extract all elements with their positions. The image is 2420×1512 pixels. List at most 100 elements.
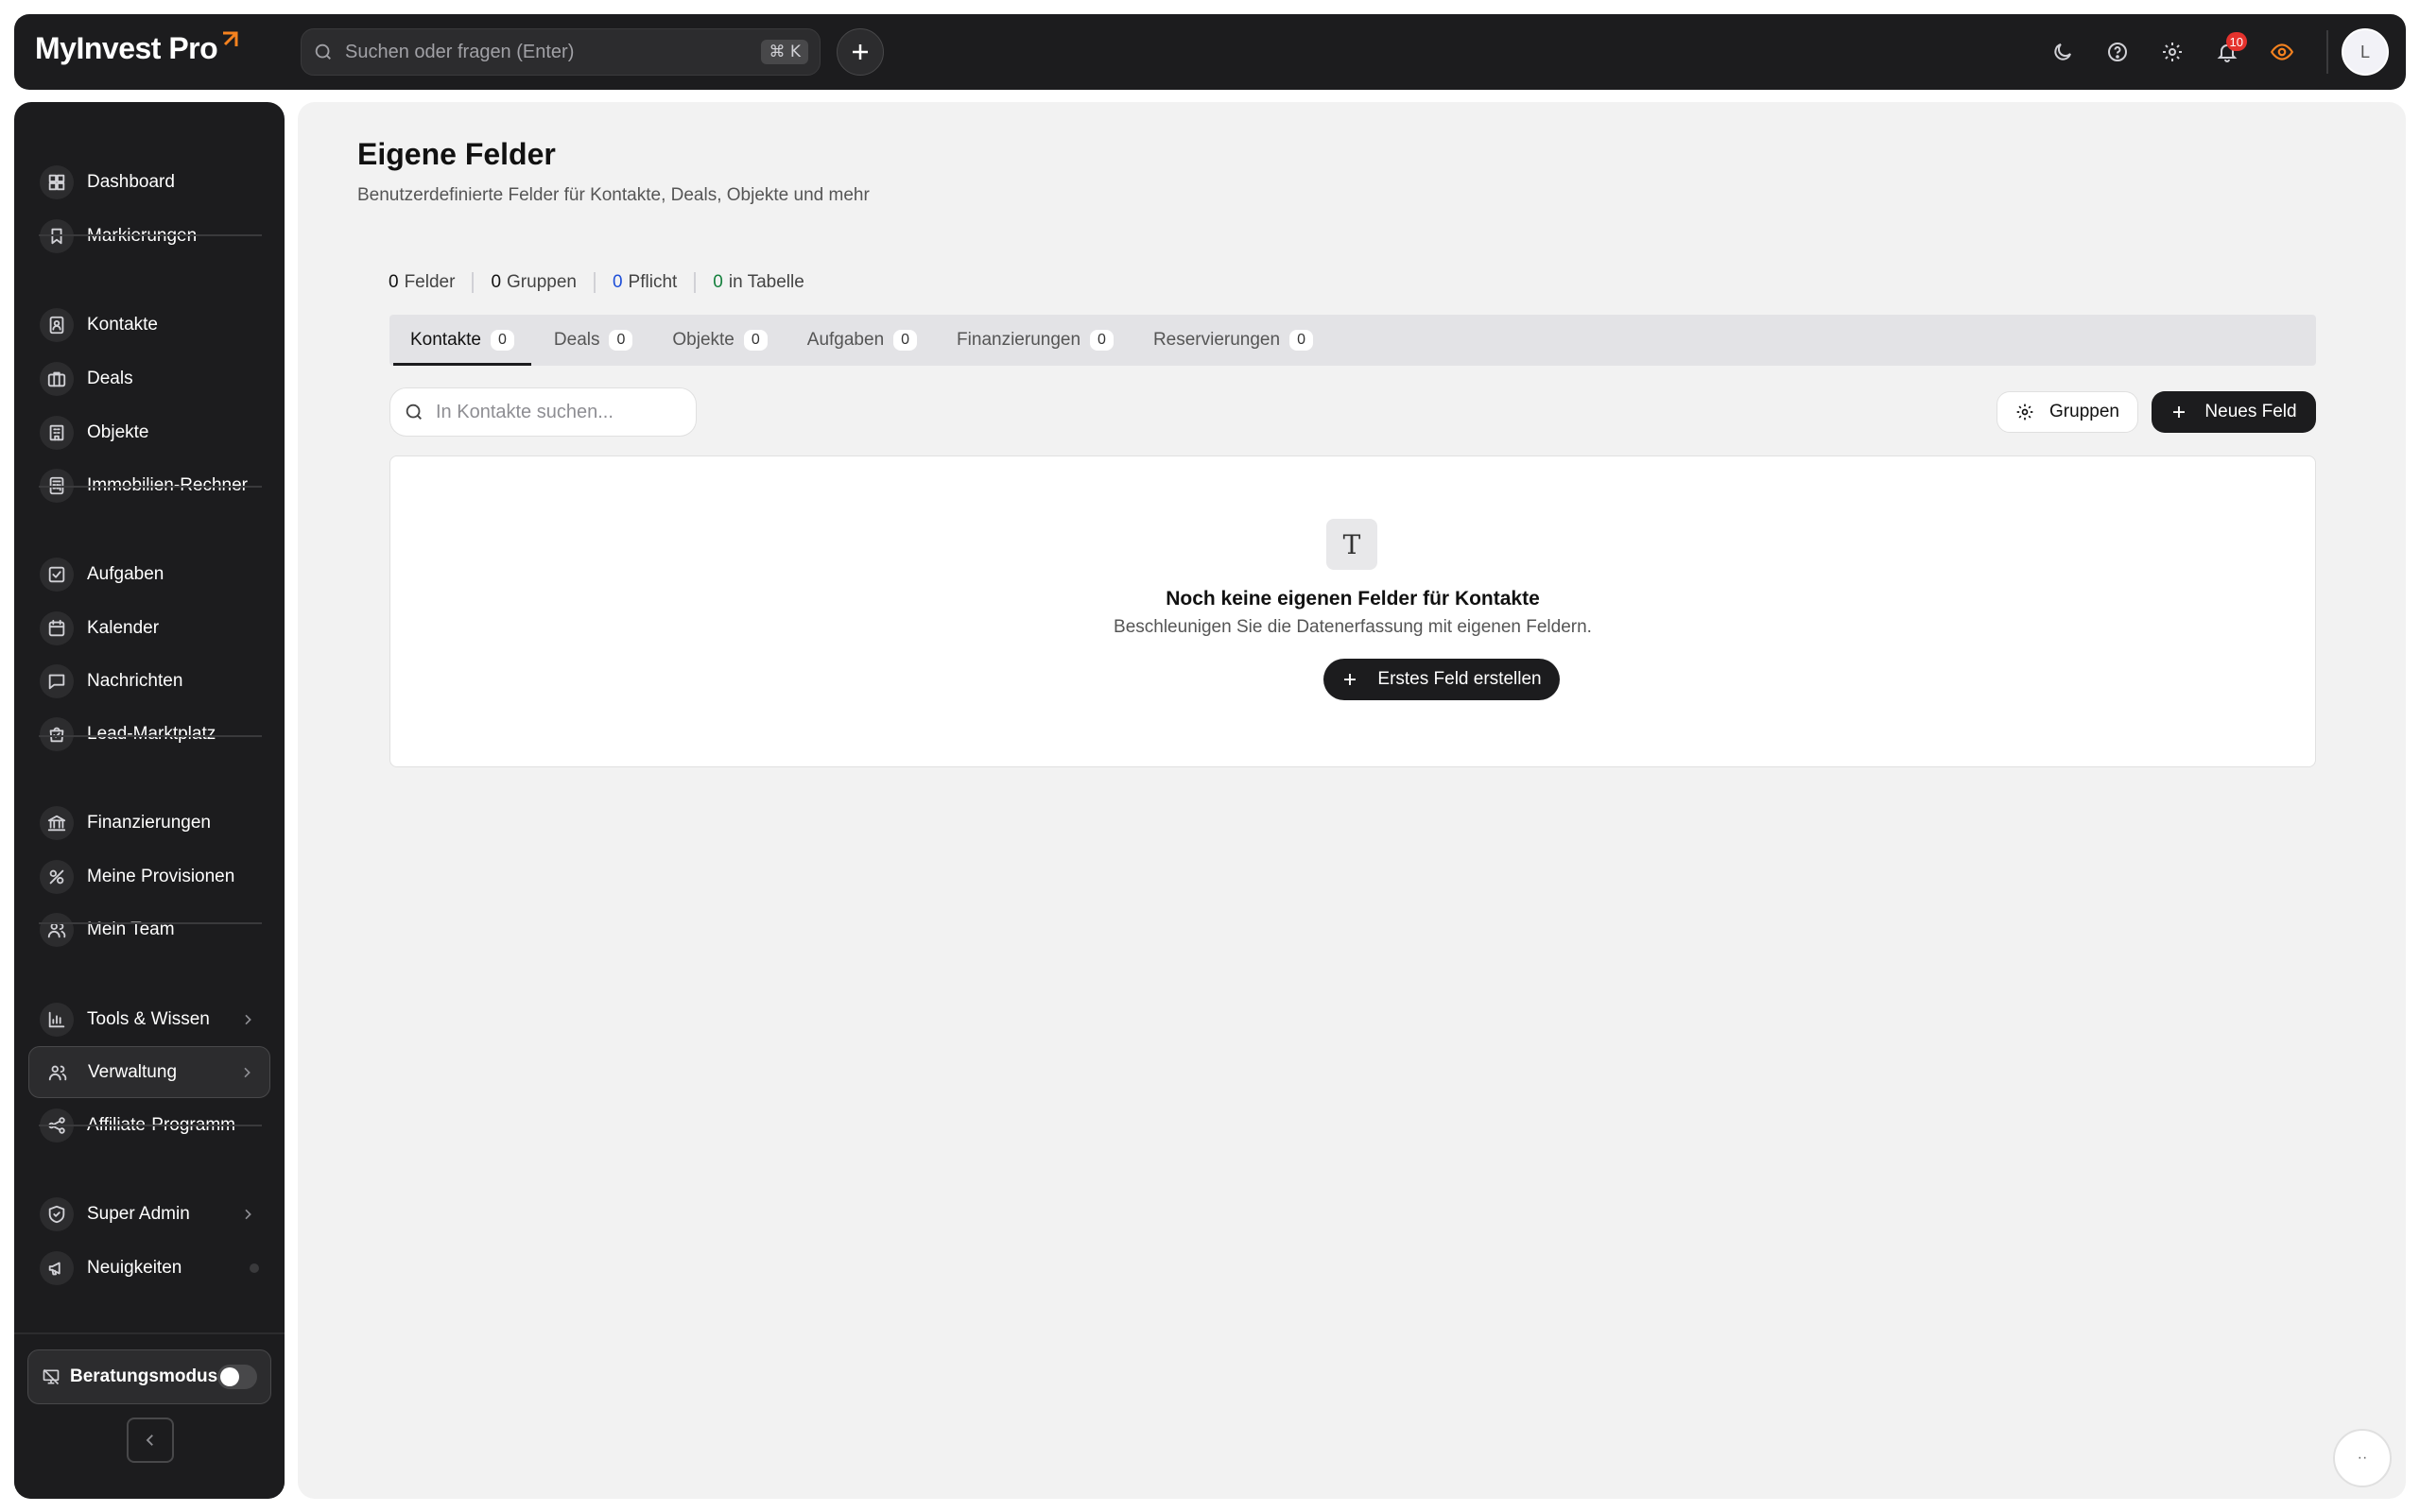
consult-mode-toggle[interactable]: Beratungsmodus — [27, 1349, 271, 1404]
sidebar: Dashboard Markierungen Kontakte Deals Objekt… — [14, 102, 285, 1499]
gear-icon — [2016, 404, 2033, 421]
sidebar-item-meine-provisionen[interactable]: Meine Provisionen — [28, 850, 270, 902]
app-logo[interactable]: MyInvest Pro — [35, 31, 240, 66]
stat-label: Felder — [404, 272, 456, 292]
tab-objekte[interactable]: Objekte 0 — [655, 317, 784, 364]
tab-kontakte[interactable]: Kontakte 0 — [393, 317, 531, 366]
notifications-button[interactable]: 10 — [2200, 25, 2255, 79]
quick-add-button[interactable] — [837, 28, 884, 76]
consult-mode-switch[interactable] — [217, 1365, 257, 1389]
megaphone-icon — [40, 1250, 74, 1285]
sidebar-item-label: Verwaltung — [88, 1061, 178, 1082]
sidebar-item-finanzierungen[interactable]: Finanzierungen — [28, 797, 270, 849]
stat-label: Gruppen — [507, 272, 577, 292]
tab-label: Kontakte — [410, 330, 481, 350]
unread-dot — [250, 1263, 259, 1273]
sidebar-divider — [39, 735, 262, 737]
top-actions: 10 L — [2035, 14, 2406, 90]
stat-value: 0 — [389, 272, 399, 292]
sidebar-item-super-admin[interactable]: Super Admin — [28, 1188, 270, 1240]
tab-deals[interactable]: Deals 0 — [537, 317, 649, 364]
sidebar-item-deals[interactable]: Deals — [28, 352, 270, 404]
stat-pflicht: 0 Pflicht — [613, 272, 677, 293]
help-icon — [2108, 43, 2127, 61]
sidebar-footer: Beratungsmodus — [14, 1332, 285, 1499]
sidebar-divider — [39, 234, 262, 236]
calendar-icon — [40, 610, 74, 645]
shortcut-hint: ⌘ K — [761, 40, 808, 64]
stat-in-tabelle: 0 in Tabelle — [713, 272, 804, 293]
contacts-icon — [40, 307, 74, 342]
collapse-sidebar-button[interactable] — [127, 1418, 174, 1463]
sidebar-item-label: Neuigkeiten — [87, 1257, 182, 1278]
consult-mode-label: Beratungsmodus — [69, 1366, 218, 1386]
sidebar-item-kontakte[interactable]: Kontakte — [28, 299, 270, 351]
chevron-right-icon — [244, 1067, 251, 1077]
groups-button-label: Gruppen — [2049, 402, 2119, 421]
search-icon — [406, 404, 422, 420]
user-avatar[interactable]: L — [2342, 28, 2389, 76]
sidebar-item-label: Kontakte — [87, 314, 158, 335]
page-title: Eigene Felder — [357, 137, 556, 171]
empty-state-subtitle: Beschleunigen Sie die Datenerfassung mit… — [1114, 617, 1592, 637]
gear-icon — [2163, 43, 2182, 61]
groups-button[interactable]: Gruppen — [1996, 391, 2138, 433]
topbar-divider — [2326, 30, 2328, 74]
global-search-placeholder: Suchen oder fragen (Enter) — [345, 41, 575, 62]
plus-icon — [1344, 674, 1357, 685]
sidebar-divider — [39, 486, 262, 488]
stats-bar: 0 Felder 0 Gruppen 0 Pflicht 0 in Tabelle — [389, 272, 804, 293]
sidebar-item-aufgaben[interactable]: Aufgaben — [28, 548, 270, 600]
sidebar-item-neuigkeiten[interactable]: Neuigkeiten — [28, 1242, 270, 1294]
team-icon — [40, 912, 74, 947]
stat-label: Pflicht — [628, 272, 678, 292]
sidebar-item-tools-wissen[interactable]: Tools & Wissen — [28, 993, 270, 1045]
sidebar-item-verwaltung[interactable]: Verwaltung — [28, 1046, 270, 1098]
notification-badge: 10 — [2225, 32, 2247, 51]
sidebar-item-label: Aufgaben — [87, 563, 164, 584]
new-field-button-label: Neues Feld — [2204, 402, 2297, 421]
task-icon — [40, 557, 74, 592]
sidebar-item-objekte[interactable]: Objekte — [28, 406, 270, 458]
sidebar-item-kalender[interactable]: Kalender — [28, 602, 270, 654]
sidebar-item-lead-marktplatz[interactable]: Lead-Marktplatz — [28, 708, 270, 760]
stat-label: in Tabelle — [728, 272, 804, 292]
chat-assistant-button[interactable]: ·· — [2333, 1429, 2392, 1487]
sidebar-item-label: Tools & Wissen — [87, 1008, 210, 1029]
tab-count: 0 — [893, 330, 918, 351]
sidebar-item-dashboard[interactable]: Dashboard — [28, 156, 270, 208]
new-field-button[interactable]: Neues Feld — [2152, 391, 2316, 433]
tab-count: 0 — [743, 330, 768, 351]
chart-icon — [40, 1002, 74, 1037]
sidebar-item-label: Lead-Marktplatz — [87, 723, 216, 744]
tab-finanzierungen[interactable]: Finanzierungen 0 — [940, 317, 1131, 364]
empty-state-card: T Noch keine eigenen Felder für Kontakte… — [389, 455, 2316, 767]
sidebar-item-label: Deals — [87, 368, 133, 388]
plus-icon — [2173, 406, 2186, 418]
entity-tabs: Kontakte 0 Deals 0 Objekte 0 Aufgaben 0 Finanzie… — [389, 315, 2316, 366]
tab-count: 0 — [1289, 330, 1313, 351]
logo-arrow-icon — [223, 31, 238, 46]
tab-count: 0 — [1090, 330, 1114, 351]
help-button[interactable] — [2090, 25, 2145, 79]
commission-icon — [40, 859, 74, 894]
chevron-right-icon — [245, 1209, 251, 1219]
create-first-field-button[interactable]: Erstes Feld erstellen — [1323, 659, 1560, 700]
sidebar-item-label: Finanzierungen — [87, 812, 211, 833]
eye-icon — [2270, 43, 2294, 60]
plus-icon — [853, 44, 868, 60]
tab-aufgaben[interactable]: Aufgaben 0 — [790, 317, 934, 364]
global-search[interactable]: Suchen oder fragen (Enter) ⌘ K — [301, 28, 821, 76]
sidebar-item-label: Objekte — [87, 421, 149, 442]
sidebar-item-mein-team[interactable]: Mein Team — [28, 903, 270, 955]
visibility-button[interactable] — [2255, 25, 2309, 79]
tab-label: Finanzierungen — [957, 330, 1081, 350]
tab-reservierungen[interactable]: Reservierungen 0 — [1136, 317, 1330, 364]
sidebar-item-nachrichten[interactable]: Nachrichten — [28, 655, 270, 707]
sidebar-item-label: Super Admin — [87, 1203, 190, 1224]
field-search[interactable]: In Kontakte suchen... — [389, 387, 697, 437]
chevron-left-icon — [146, 1435, 153, 1446]
shopping-bag-icon — [40, 716, 74, 751]
settings-button[interactable] — [2145, 25, 2200, 79]
theme-toggle-button[interactable] — [2035, 25, 2090, 79]
